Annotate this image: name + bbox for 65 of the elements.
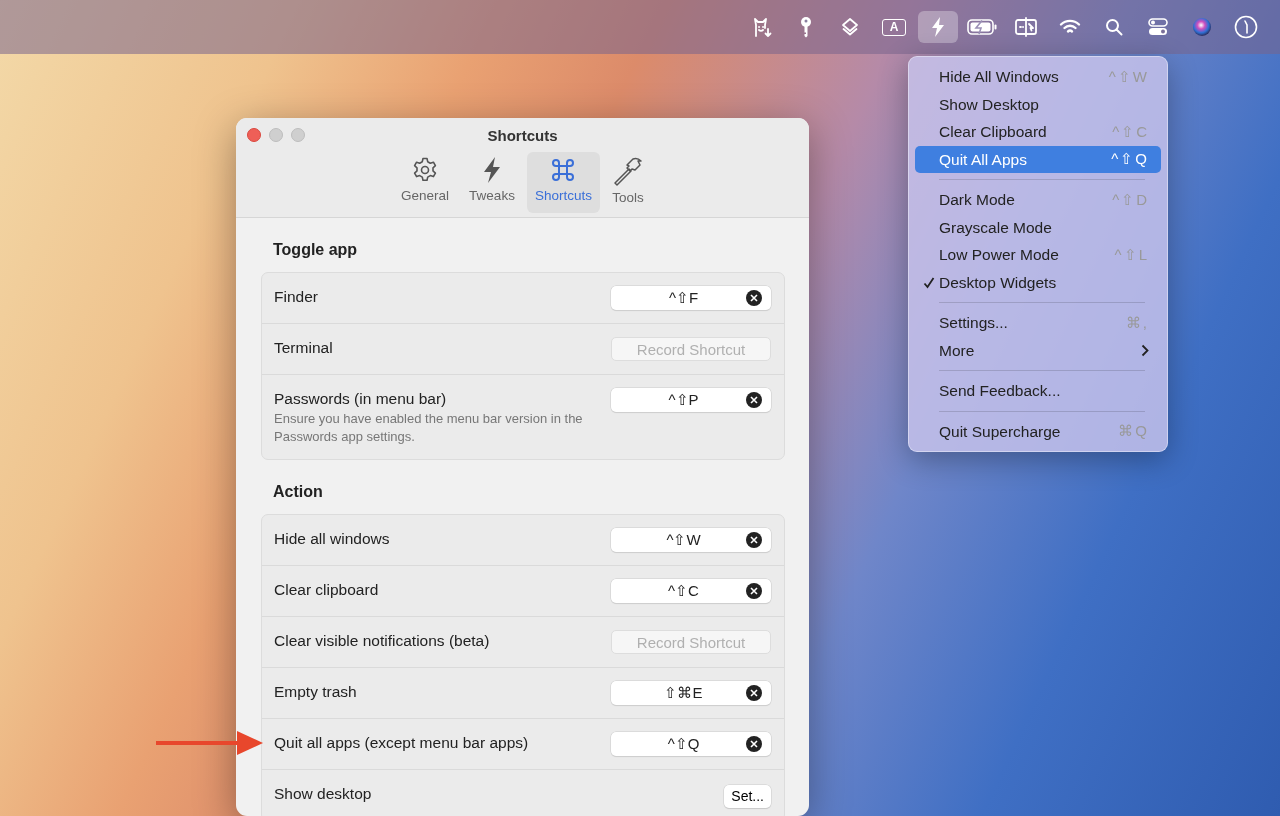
row-label: Quit all apps (except menu bar apps) <box>274 733 529 753</box>
checkmark-icon <box>923 277 935 290</box>
row-label: Finder <box>274 287 318 307</box>
shortcut-field[interactable]: ^⇧W <box>611 528 771 552</box>
key-icon <box>799 16 813 38</box>
close-icon <box>750 294 758 302</box>
close-button[interactable] <box>247 128 261 142</box>
clear-shortcut-button[interactable] <box>746 290 762 306</box>
menu-item[interactable]: Clear Clipboard ^⇧C <box>915 118 1161 146</box>
battery-charging-icon <box>967 19 997 35</box>
menu-item[interactable]: Low Power Mode ^⇧L <box>915 241 1161 269</box>
close-icon <box>750 536 758 544</box>
menu-item[interactable]: Quit Supercharge ⌘Q <box>915 417 1161 445</box>
clear-shortcut-button[interactable] <box>746 583 762 599</box>
menu-item[interactable]: Dark Mode ^⇧D <box>915 186 1161 214</box>
close-icon <box>750 740 758 748</box>
shortcut-field[interactable]: ^⇧Q <box>611 732 771 756</box>
row-label: Clear clipboard <box>274 580 379 600</box>
row-label: Clear visible notifications (beta) <box>274 631 490 651</box>
tab[interactable]: General <box>393 151 458 213</box>
section-heading: Action <box>273 483 323 500</box>
menu-item[interactable]: Send Feedback... <box>915 377 1161 405</box>
clear-shortcut-button[interactable] <box>746 685 762 701</box>
toggle-switches-icon <box>1148 18 1168 36</box>
menu-item[interactable]: Hide All Windows ^⇧W <box>915 63 1161 91</box>
colorful-orb-icon <box>1192 17 1212 37</box>
menu-item[interactable]: Settings... ⌘, <box>915 309 1161 337</box>
row-label: Hide all windows <box>274 529 390 549</box>
row-label: Passwords (in menu bar) <box>274 389 448 409</box>
menu-item[interactable]: Desktop Widgets <box>915 268 1161 296</box>
split-window-icon <box>1015 17 1037 37</box>
menu-item[interactable]: Show Desktop <box>915 90 1161 118</box>
search-icon <box>1105 18 1123 36</box>
close-icon <box>750 689 758 697</box>
set-button[interactable]: Set... <box>724 785 771 808</box>
row-description: Ensure you have enabled the menu bar version in the Passwords app settings. <box>274 410 584 446</box>
shortcut-field[interactable]: Record Shortcut <box>611 337 771 361</box>
shortcut-field[interactable]: ^⇧C <box>611 579 771 603</box>
row-label: Terminal <box>274 338 333 358</box>
row-label: Empty trash <box>274 682 357 702</box>
shortcut-field[interactable]: ^⇧P <box>611 388 771 412</box>
close-icon <box>750 587 758 595</box>
lightning-icon <box>482 155 502 184</box>
layers-icon <box>840 17 860 37</box>
wifi-icon <box>1059 19 1081 35</box>
input-source-button[interactable]: A <box>874 11 914 43</box>
clear-shortcut-button[interactable] <box>746 392 762 408</box>
menu-item[interactable]: Grayscale Mode <box>915 213 1161 241</box>
shortcut-field[interactable]: Record Shortcut <box>611 630 771 654</box>
window-title: Shortcuts <box>487 127 558 144</box>
close-icon <box>750 396 758 404</box>
menu-item[interactable]: Quit All Apps ^⇧Q <box>915 145 1161 173</box>
menu-item[interactable]: More <box>915 336 1161 364</box>
row-label: Show desktop <box>274 784 372 804</box>
shortcut-field[interactable]: ^⇧F <box>611 286 771 310</box>
clear-shortcut-button[interactable] <box>746 736 762 752</box>
tab[interactable]: Tools <box>603 151 652 213</box>
clear-shortcut-button[interactable] <box>746 532 762 548</box>
section-heading: Toggle app <box>273 241 358 258</box>
tab[interactable]: Shortcuts <box>526 151 600 213</box>
lightning-icon <box>931 17 945 37</box>
tab[interactable]: Tweaks <box>461 151 523 213</box>
clock-icon <box>1234 15 1258 39</box>
shortcut-field[interactable]: ⇧⌘E <box>611 681 771 705</box>
lightning-button[interactable] <box>918 11 958 43</box>
